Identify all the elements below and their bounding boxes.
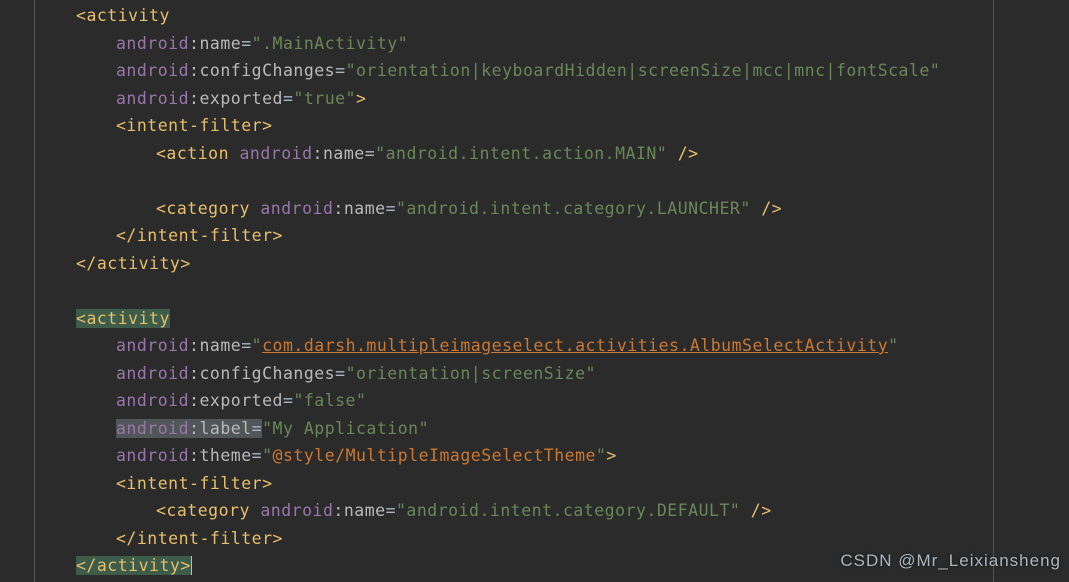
xml-tag: </intent-filter>	[116, 529, 283, 548]
xml-eq: =	[365, 144, 375, 163]
xml-quote: "	[888, 336, 898, 355]
xml-tag: activity	[86, 6, 169, 25]
xml-quote: "	[596, 446, 606, 465]
xml-tag: <action	[156, 144, 239, 163]
code-line: <action android:name="android.intent.act…	[35, 140, 1069, 168]
code-line: android:theme="@style/MultipleImageSelec…	[35, 442, 1069, 470]
xml-eq: =	[241, 336, 251, 355]
xml-value: "orientation|screenSize"	[346, 364, 596, 383]
xml-attr: :label	[189, 419, 252, 438]
xml-eq: =	[335, 61, 345, 80]
xml-ns: android	[116, 419, 189, 438]
code-line: <category android:name="android.intent.c…	[35, 195, 1069, 223]
xml-value: "android.intent.category.LAUNCHER"	[396, 199, 751, 218]
code-line: </intent-filter>	[35, 222, 1069, 250]
code-line: android:configChanges="orientation|keybo…	[35, 57, 1069, 85]
xml-tag: <	[76, 309, 86, 328]
xml-attr: :name	[189, 34, 241, 53]
xml-tag: <intent-filter>	[116, 116, 273, 135]
xml-ns: android	[116, 446, 189, 465]
code-line: <intent-filter>	[35, 470, 1069, 498]
xml-value: ".MainActivity"	[252, 34, 409, 53]
xml-ns: android	[239, 144, 312, 163]
code-line: <intent-filter>	[35, 112, 1069, 140]
xml-ns: android	[116, 61, 189, 80]
xml-ns: android	[260, 501, 333, 520]
xml-tag: <category	[156, 199, 260, 218]
xml-package-ref: com.darsh.multipleimageselect.activities…	[262, 336, 888, 355]
xml-attr: :name	[333, 501, 385, 520]
xml-eq: =	[386, 199, 396, 218]
code-line: android:exported="false"	[35, 387, 1069, 415]
code-line: <activity	[35, 2, 1069, 30]
xml-quote: "	[252, 336, 262, 355]
xml-ns: android	[116, 336, 189, 355]
xml-value: "true"	[293, 89, 356, 108]
xml-ns: android	[116, 364, 189, 383]
xml-attr: :theme	[189, 446, 252, 465]
code-line: android:configChanges="orientation|scree…	[35, 360, 1069, 388]
xml-tag-close: />	[740, 501, 771, 520]
xml-tag: activity	[86, 309, 169, 328]
code-line: android:exported="true">	[35, 85, 1069, 113]
xml-value: "android.intent.action.MAIN"	[375, 144, 667, 163]
xml-ns: android	[116, 391, 189, 410]
code-editor[interactable]: <activity android:name=".MainActivity" a…	[34, 0, 1069, 582]
xml-tag: <intent-filter>	[116, 474, 273, 493]
xml-attr: :name	[189, 336, 241, 355]
xml-ns: android	[116, 89, 189, 108]
xml-attr: :exported	[189, 89, 283, 108]
code-line: <activity	[35, 305, 1069, 333]
text-cursor	[191, 556, 192, 575]
xml-tag: </activity>	[76, 556, 191, 575]
xml-ns: android	[116, 34, 189, 53]
xml-tag: </intent-filter>	[116, 226, 283, 245]
code-line	[35, 167, 1069, 195]
code-line: android:label="My Application"	[35, 415, 1069, 443]
xml-eq: =	[335, 364, 345, 383]
code-line	[35, 277, 1069, 305]
xml-tag-close: />	[751, 199, 782, 218]
xml-style-ref: @style/MultipleImageSelectTheme	[273, 446, 596, 465]
xml-tag: </activity>	[76, 254, 191, 273]
xml-attr: :exported	[189, 391, 283, 410]
xml-eq: =	[283, 391, 293, 410]
xml-value: "false"	[293, 391, 366, 410]
xml-tag: <	[76, 6, 86, 25]
xml-eq: =	[283, 89, 293, 108]
xml-eq: =	[252, 446, 262, 465]
xml-tag-close: >	[606, 446, 616, 465]
editor-right-margin	[993, 0, 994, 582]
xml-tag-close: >	[356, 89, 366, 108]
xml-quote: "	[262, 446, 272, 465]
watermark-text: CSDN @Mr_Leixiansheng	[840, 547, 1061, 575]
code-line: </activity>	[35, 250, 1069, 278]
xml-eq: =	[386, 501, 396, 520]
xml-attr: :configChanges	[189, 61, 335, 80]
xml-tag: <category	[156, 501, 260, 520]
xml-value: "My Application"	[262, 419, 429, 438]
xml-attr: :configChanges	[189, 364, 335, 383]
xml-value: "android.intent.category.DEFAULT"	[396, 501, 740, 520]
code-line: <category android:name="android.intent.c…	[35, 497, 1069, 525]
xml-tag-close: />	[667, 144, 698, 163]
xml-value: "orientation|keyboardHidden|screenSize|m…	[346, 61, 941, 80]
xml-attr: :name	[313, 144, 365, 163]
xml-eq: =	[252, 419, 262, 438]
xml-attr: :name	[333, 199, 385, 218]
xml-ns: android	[260, 199, 333, 218]
code-line: android:name="com.darsh.multipleimagesel…	[35, 332, 1069, 360]
xml-eq: =	[241, 34, 251, 53]
code-line: android:name=".MainActivity"	[35, 30, 1069, 58]
